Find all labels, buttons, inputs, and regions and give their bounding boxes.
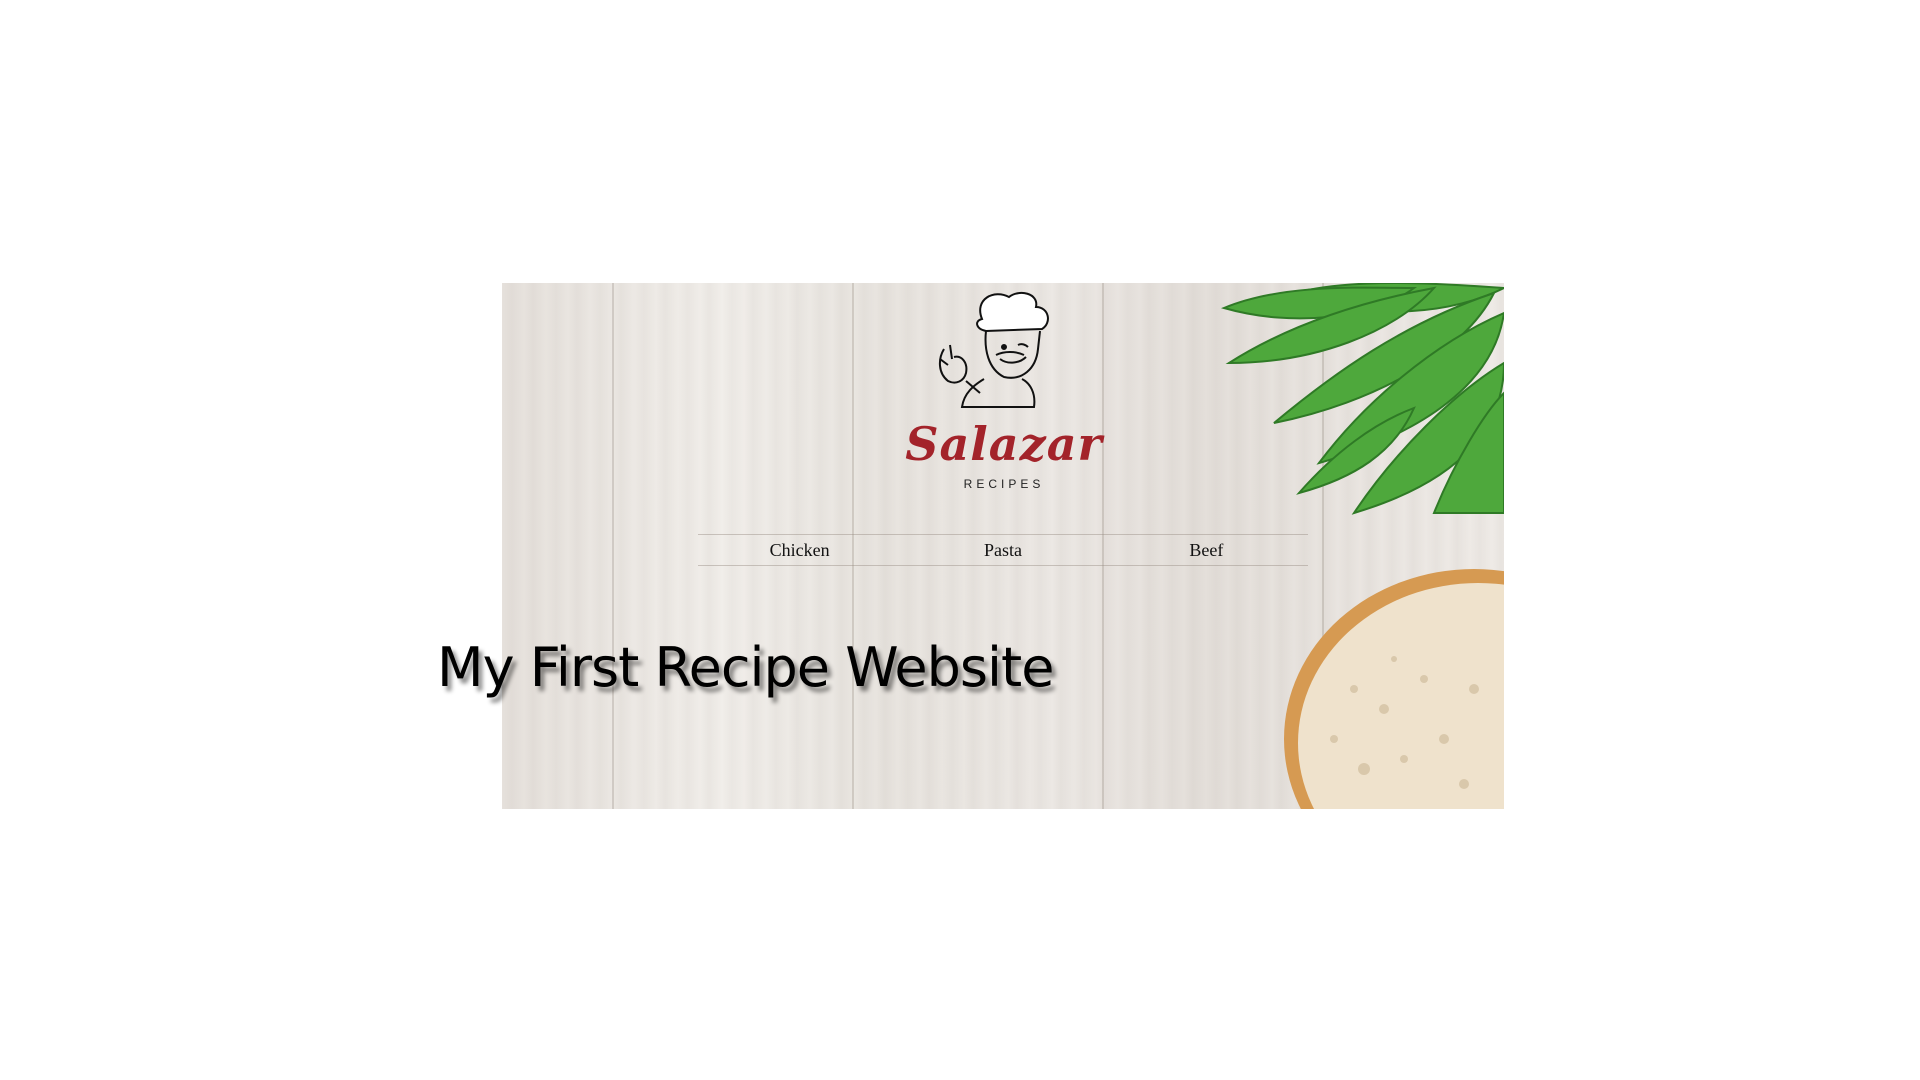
brand-tagline: RECIPES <box>963 477 1045 491</box>
bread-slice-image <box>1284 569 1504 809</box>
nav-item-beef[interactable]: Beef <box>1105 535 1308 565</box>
nav-item-pasta[interactable]: Pasta <box>901 535 1104 565</box>
page-headline: My First Recipe Website <box>437 636 1054 699</box>
wood-seam <box>612 283 614 809</box>
chef-icon <box>938 291 1049 408</box>
category-nav: Chicken Pasta Beef <box>698 534 1308 566</box>
brand-wordmark: Salazar <box>905 417 1103 471</box>
hero-banner: Salazar RECIPES Chicken Pasta Beef <box>502 283 1504 809</box>
brand-logo[interactable]: Salazar RECIPES <box>904 289 1104 495</box>
herb-leaves-image <box>1220 283 1504 515</box>
nav-item-chicken[interactable]: Chicken <box>698 535 901 565</box>
